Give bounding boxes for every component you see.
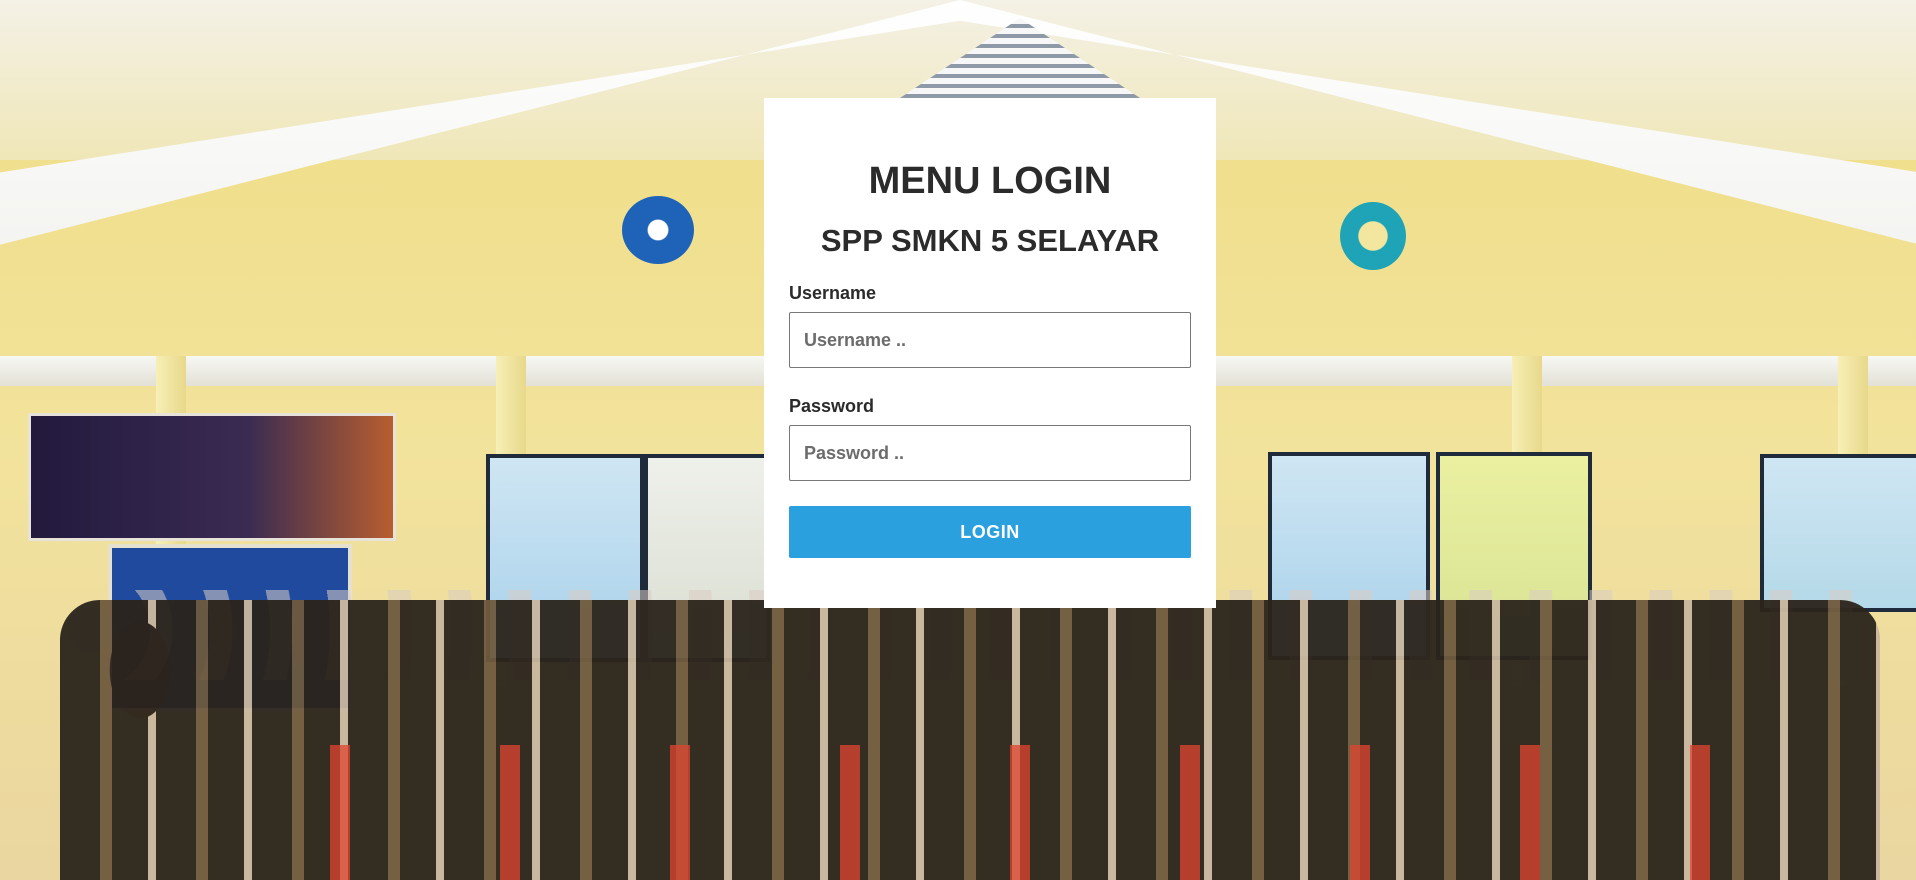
background-notice-board — [1760, 454, 1916, 612]
login-card: MENU LOGIN SPP SMKN 5 SELAYAR Username P… — [764, 98, 1216, 608]
login-subtitle: SPP SMKN 5 SELAYAR — [820, 223, 1160, 258]
password-label: Password — [789, 396, 875, 416]
login-button[interactable]: LOGIN — [789, 506, 1191, 558]
username-label: Username — [789, 283, 877, 303]
background-roof-vent — [900, 18, 1140, 98]
username-input[interactable] — [789, 312, 1191, 368]
background-chairs — [260, 745, 1760, 880]
background-logo-right-icon — [1340, 202, 1406, 270]
password-input[interactable] — [789, 425, 1191, 481]
background-logo-left-icon — [622, 196, 694, 264]
background-banner — [28, 413, 396, 541]
login-title: MENU LOGIN — [868, 160, 1112, 202]
